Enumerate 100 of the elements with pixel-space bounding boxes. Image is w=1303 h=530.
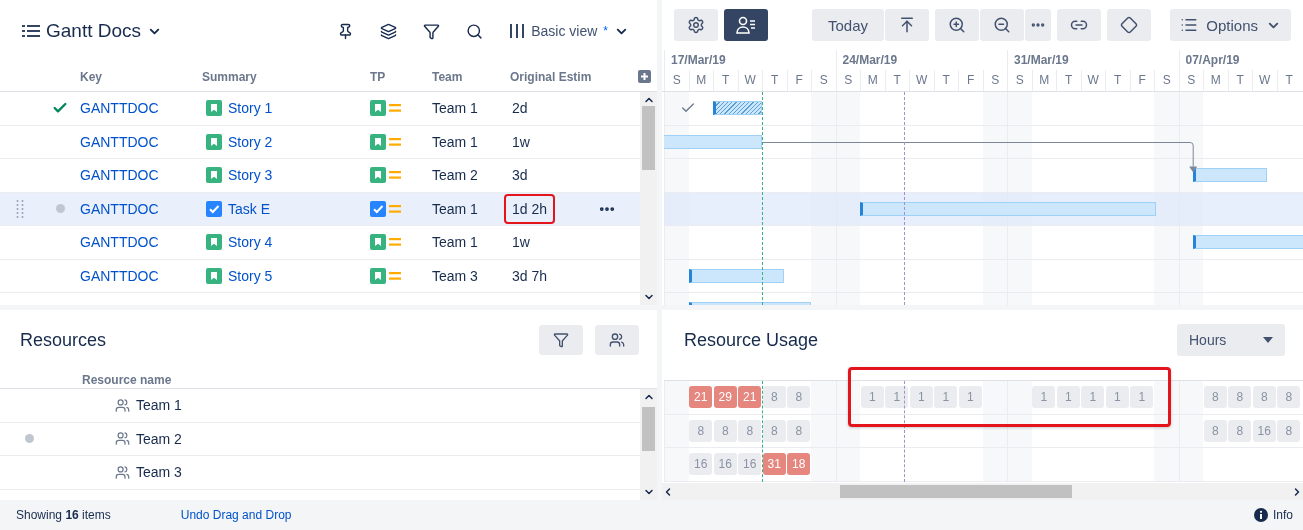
person-list-icon [736,16,756,34]
priority-icon [389,103,401,114]
undo-link[interactable]: Undo Drag and Drop [180,508,292,522]
issue-summary-link[interactable]: Task E [202,200,370,217]
milestone-button[interactable] [1107,9,1151,41]
usage-value: 1 [1032,386,1056,409]
usage-value: 8 [713,419,737,442]
usage-value: 8 [762,419,786,442]
project-title[interactable]: Gantt Docs [46,20,142,42]
people-icon [115,464,130,480]
zoom-out-icon [993,16,1011,34]
task-bar[interactable] [1193,168,1267,182]
column-header[interactable]: Key [80,69,202,84]
vertical-scrollbar[interactable] [640,92,657,305]
today-button[interactable]: Today [812,9,884,41]
usage-value: 31 [762,453,786,476]
usage-value: 18 [787,453,811,476]
drag-handle-icon[interactable] [16,198,24,219]
resources-title: Resources [20,329,107,351]
day-label: T [884,70,909,91]
week-label: 17/Mar/19 [664,50,836,70]
zoom-in-icon [948,16,966,34]
usage-value: 16 [738,453,762,476]
arrow-up-to-line-icon [898,16,916,34]
day-label: S [1154,70,1179,91]
settings-button[interactable] [674,9,718,41]
options-button[interactable]: Options [1170,9,1291,41]
day-label: T [1105,70,1130,91]
team-cell-text: Team 2 [432,167,479,184]
column-header[interactable]: Resource name [82,373,172,387]
usage-value: 1 [1130,386,1154,409]
usage-value: 8 [1277,419,1301,442]
scrollbar-thumb[interactable] [840,485,1072,498]
issue-key-link[interactable]: GANTTDOC [80,234,202,251]
task-bar[interactable] [713,101,762,115]
zoom-in-button[interactable] [935,9,979,41]
resource-view-toggle[interactable] [724,9,768,41]
usage-value: 1 [1105,386,1129,409]
info-link[interactable]: Info [1254,508,1293,522]
task-bar[interactable] [1193,235,1303,249]
day-label: F [1129,70,1154,91]
team-cell-text: Team 1 [432,234,479,251]
status-dot [55,204,65,214]
day-label: S [1007,70,1032,91]
column-header[interactable]: Summary [202,69,370,84]
issue-summary-link[interactable]: Story 4 [202,234,370,251]
day-label: S [835,70,860,91]
issue-summary-link[interactable]: Story 1 [202,100,370,117]
list-icon [1180,16,1199,34]
priority-icon [389,270,401,281]
issue-key-link[interactable]: GANTTDOC [80,167,202,184]
day-label: W [737,70,762,91]
usage-value: 29 [713,386,737,409]
task-bar[interactable] [688,268,785,283]
columns-icon [509,23,526,39]
estimate-cell-text: 3d 7h [511,266,549,286]
estimate-cell-text: 3d [511,166,529,186]
bookmark-icon [370,100,386,117]
day-label: W [909,70,934,91]
day-label: M [1203,70,1228,91]
caret-icon [1263,337,1273,343]
scrollbar-thumb[interactable] [642,106,655,170]
item-count: Showing 16 items [16,508,111,522]
issue-key-link[interactable]: GANTTDOC [80,133,202,150]
scroll-to-top-button[interactable] [885,9,929,41]
team-cell-text: Team 1 [432,200,479,217]
priority-icon [389,170,401,181]
zoom-out-button[interactable] [980,9,1024,41]
column-header[interactable]: Original Estim [510,69,598,84]
issue-summary-link[interactable]: Story 5 [202,267,370,284]
vertical-scrollbar[interactable] [640,389,657,500]
people-icon [115,397,130,413]
day-label: T [1276,70,1301,91]
day-label: T [762,70,787,91]
issue-summary-link[interactable]: Story 3 [202,167,370,184]
issue-row[interactable]: GANTTDOC Task E Team 1 1d 2h [0,192,640,226]
link-button[interactable] [1057,9,1101,41]
estimate-cell-text: 1w [511,132,531,152]
horizontal-scrollbar[interactable] [662,483,1303,500]
bookmark-icon [206,100,222,117]
column-header[interactable]: Team [432,69,510,84]
team-name: Team 3 [115,464,640,481]
day-label: F [786,70,811,91]
usage-value: 21 [738,386,762,409]
unit-dropdown[interactable]: Hours [1177,324,1285,356]
day-label: T [1227,70,1252,91]
scrollbar-thumb[interactable] [642,407,655,451]
issue-key-link[interactable]: GANTTDOC [80,267,202,284]
usage-value: 1 [958,386,982,409]
add-column-icon[interactable] [638,70,651,83]
more-button[interactable] [1025,9,1051,41]
column-header[interactable]: TP [370,69,432,84]
issue-key-link[interactable]: GANTTDOC [80,200,202,217]
filter-icon [553,332,569,348]
team-settings-button[interactable] [595,325,639,355]
issue-key-link[interactable]: GANTTDOC [80,100,202,117]
issue-summary-link[interactable]: Story 2 [202,133,370,150]
resource-usage-title: Resource Usage [684,329,819,351]
bookmark-icon [206,167,222,184]
week-label: 07/Apr/19 [1178,50,1301,70]
